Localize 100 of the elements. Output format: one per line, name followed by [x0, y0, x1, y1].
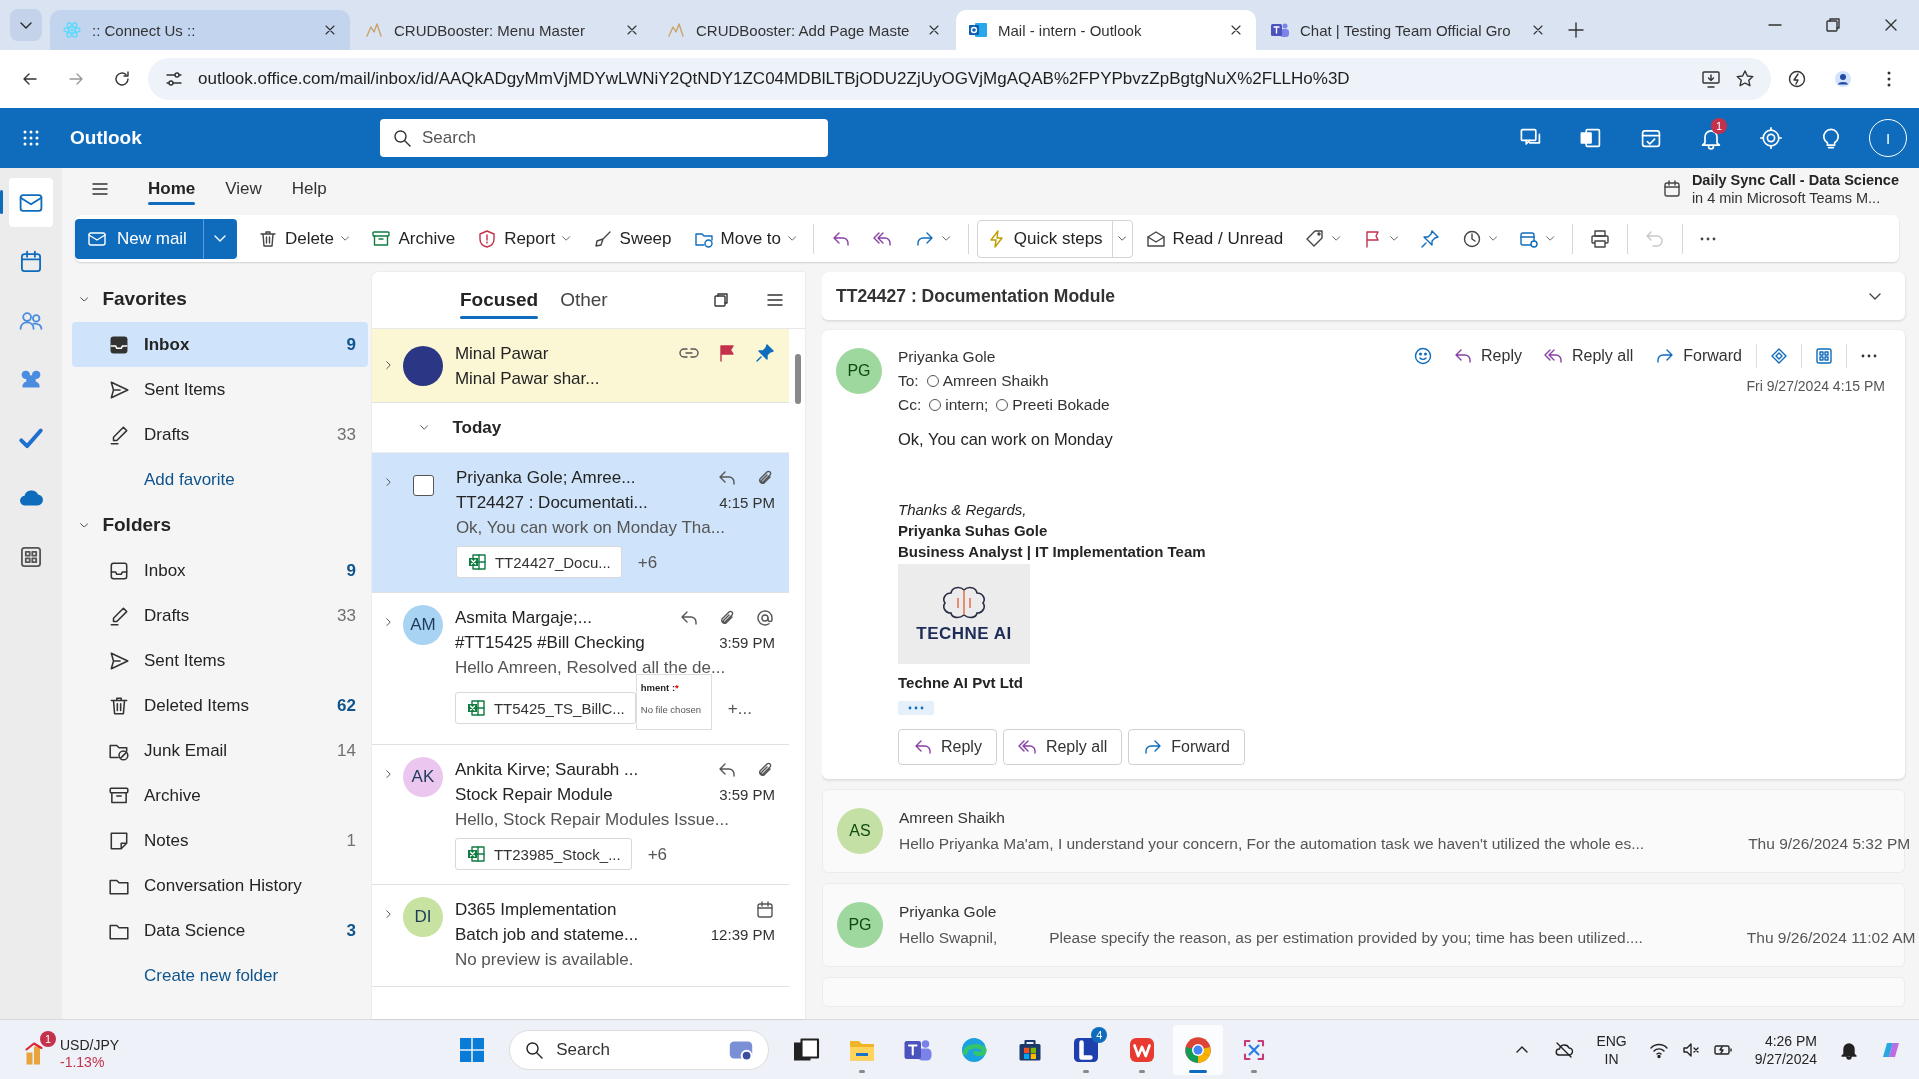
- browser-tab[interactable]: CRUDBooster: Add Page Maste: [654, 10, 954, 50]
- new-mail-button[interactable]: New mail: [75, 218, 203, 259]
- reply-action-button[interactable]: Reply all: [1002, 729, 1123, 765]
- folder-item[interactable]: Junk Email 14: [72, 728, 368, 773]
- reminder-title[interactable]: Daily Sync Call - Data Science: [1691, 171, 1899, 189]
- image-attachment[interactable]: hment :* No file chosen: [635, 674, 712, 730]
- attachment-chip[interactable]: TT23985_Stock_...: [454, 838, 632, 870]
- folder-item[interactable]: Deleted Items 62: [72, 683, 368, 728]
- message-item[interactable]: DI D365 Implementation Batch job and stateme... 12:39 PM No preview is available.: [372, 885, 789, 987]
- select-checkbox[interactable]: [412, 475, 434, 496]
- message-time: 3:59 PM: [719, 785, 776, 805]
- reply-action-button[interactable]: Reply: [898, 729, 997, 765]
- sender-name: Priyanka Gole: [898, 348, 997, 366]
- attachment-chip[interactable]: TT24427_Docu...: [455, 546, 622, 578]
- pencil-icon: [108, 423, 130, 446]
- folder-item[interactable]: Drafts 33: [72, 412, 368, 457]
- folder-item[interactable]: Inbox 9: [72, 548, 368, 593]
- folder-item[interactable]: Archive: [72, 773, 368, 818]
- message-item[interactable]: AM Asmita Margaje;... #TT15425 #Bill Checking 3:59 PM Hello Amreen, Resolved all the de... TT5425_TS_BillC... hment :* No file chosen +...: [372, 593, 789, 745]
- more-attachments[interactable]: +6: [637, 549, 658, 575]
- file-field-text: No file chosen: [640, 703, 702, 717]
- mail-app-icon: [968, 20, 988, 40]
- message-action-button[interactable]: Forward: [1647, 342, 1750, 370]
- taskbar-search-field[interactable]: Search: [509, 1029, 770, 1070]
- browser-tab[interactable]: Chat | Testing Team Official Gro: [1258, 10, 1558, 50]
- widget-change: -1.13%: [60, 1053, 106, 1071]
- address-field[interactable]: outlook.office.com/mail/inbox/id/AAQkADgyMmVjMDYwLWNiY2QtNDY1ZC04MDBlLTBjODU2ZjUyOGVjMgAQAB%2FPYPbvzZpBgtgNuX%2FLLHo%3D: [148, 58, 1771, 100]
- inbox-tab[interactable]: Other: [560, 281, 608, 319]
- ribbon-tab[interactable]: View: [213, 171, 274, 207]
- folder-item[interactable]: Conversation History: [72, 863, 368, 908]
- app-launcher-icon: [21, 128, 41, 148]
- folder-item[interactable]: Notes 1: [72, 818, 368, 863]
- calendar-icon: [18, 248, 44, 275]
- sender-avatar: AM: [402, 605, 443, 645]
- reply-action-button[interactable]: Forward: [1128, 729, 1245, 765]
- chart-icon: [666, 20, 686, 40]
- attachment-chip[interactable]: TT5425_TS_BillC...: [454, 692, 636, 724]
- toolbar-button[interactable]: Read / Unread: [1136, 219, 1293, 258]
- toolbar-button[interactable]: Delete: [248, 219, 359, 258]
- sender-name: Ankita Kirve; Saurabh ...: [454, 759, 639, 781]
- folder-link[interactable]: Add favorite: [72, 457, 372, 502]
- pinned-message[interactable]: Minal Pawar Minal Pawar shar...: [372, 329, 789, 403]
- sender-name: Asmita Margaje;...: [454, 607, 592, 629]
- unread-count: 62: [337, 695, 356, 716]
- dropdown-button[interactable]: [202, 218, 237, 259]
- browser-tab[interactable]: CRUDBooster: Menu Master: [352, 10, 652, 50]
- recipient[interactable]: Amreen Shaikh: [926, 372, 1049, 390]
- section-header[interactable]: Folders: [72, 502, 372, 548]
- more-icon: [1699, 236, 1716, 241]
- signature-role: Business Analyst | IT Implementation Team: [898, 542, 1207, 562]
- folder-item[interactable]: Data Science 3: [72, 908, 368, 953]
- ribbon-tab[interactable]: Help: [279, 171, 339, 207]
- spreadsheet-icon: [465, 698, 486, 718]
- message-date: Thu 9/26/2024 11:02 AM: [1746, 929, 1916, 947]
- widget-badge: 1: [40, 1030, 56, 1047]
- reload-icon: [112, 69, 132, 89]
- folder-item[interactable]: Inbox 9: [72, 322, 368, 367]
- folder-item[interactable]: Sent Items: [72, 367, 368, 412]
- ribbon-tab[interactable]: Home: [136, 171, 208, 207]
- section-header[interactable]: Favorites: [72, 276, 372, 322]
- message-item[interactable]: AK Ankita Kirve; Saurabh ... Stock Repair Module 3:59 PM Hello, Stock Repair Modules Issue... TT23985_Stock_... +6: [372, 745, 789, 885]
- unread-count: 14: [337, 740, 356, 761]
- browser-tab[interactable]: Mail - intern - Outlook: [956, 10, 1256, 50]
- chevron-down-icon: [1869, 292, 1881, 300]
- clock-icon: [1461, 228, 1482, 249]
- tag-icon: [1305, 228, 1326, 249]
- search-field[interactable]: Search: [380, 119, 828, 157]
- folder-link[interactable]: Create new folder: [72, 953, 372, 998]
- tab-search-button[interactable]: [10, 9, 42, 41]
- folder-item[interactable]: Drafts 33: [72, 593, 368, 638]
- recipient-label: Cc:: [898, 396, 922, 414]
- sender-avatar: PG: [837, 902, 883, 948]
- app-name: Outlook: [69, 127, 143, 149]
- message-preview: Please specify the reason, as per estimation provided by you; time has been utilized....: [1049, 929, 1643, 947]
- show-more-button[interactable]: [898, 701, 934, 715]
- toolbar-button[interactable]: Archive: [362, 219, 465, 258]
- more-attachments[interactable]: +...: [727, 695, 752, 721]
- browser-tab[interactable]: :: Connect Us ::: [50, 10, 350, 50]
- recipient[interactable]: Preeti Bokade: [996, 396, 1110, 414]
- clock[interactable]: 4:26 PM 9/27/2024: [1746, 1031, 1825, 1068]
- settings-icon: [1759, 126, 1783, 150]
- recipient[interactable]: intern;: [929, 396, 989, 414]
- toolbar-button[interactable]: Report: [468, 219, 580, 258]
- more-attachments[interactable]: +6: [647, 841, 668, 867]
- signature-company: Techne AI Pvt Ltd: [898, 673, 1024, 693]
- print-icon: [1589, 228, 1610, 249]
- language-indicator[interactable]: ENG IN: [1588, 1031, 1635, 1068]
- message-action-button[interactable]: Reply: [1445, 342, 1530, 370]
- folder-item[interactable]: Sent Items: [72, 638, 368, 683]
- search-icon: [524, 1039, 545, 1060]
- archive-icon: [371, 228, 392, 249]
- inbox-tab[interactable]: Focused: [460, 281, 539, 319]
- message-action-button[interactable]: Reply all: [1535, 342, 1642, 370]
- toolbar-button[interactable]: Sweep: [583, 219, 681, 258]
- taskbar-app[interactable]: 4: [1061, 1024, 1112, 1075]
- message-item[interactable]: Priyanka Gole; Amree... TT24427 : Documentati... 4:15 PM Ok, You can work on Monday Tha... TT24427_Docu... +6: [372, 453, 789, 593]
- sender-name: Minal Pawar: [454, 342, 549, 365]
- toolbar-button[interactable]: Move to: [684, 219, 806, 258]
- stock-widget[interactable]: 1 USD/JPY -1.13%: [22, 1026, 222, 1073]
- notifications-button[interactable]: 1: [1681, 116, 1741, 160]
